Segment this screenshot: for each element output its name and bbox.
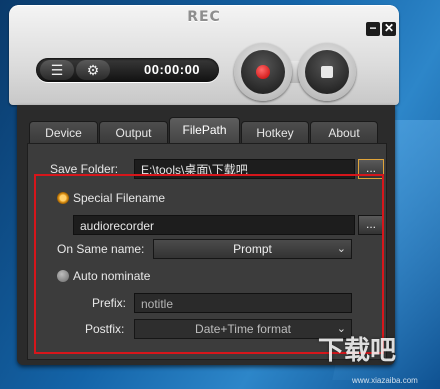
watermark-url: www.xiazaiba.com [352, 376, 418, 385]
record-icon [256, 65, 270, 79]
tab-about[interactable]: About [310, 121, 378, 144]
stop-icon [321, 66, 333, 78]
gear-icon: ⚙ [86, 62, 100, 78]
list-icon: ☰ [50, 62, 64, 78]
minimize-button[interactable]: − [366, 22, 380, 36]
settings-button[interactable]: ⚙ [76, 60, 110, 80]
stop-button[interactable] [298, 43, 356, 101]
title-bar[interactable]: REC − ✕ ☰ ⚙ 00:00:00 [9, 5, 399, 105]
tab-filepath[interactable]: FilePath [169, 117, 240, 144]
control-bar: ☰ ⚙ 00:00:00 [36, 58, 219, 82]
timer-display: 00:00:00 [144, 62, 201, 77]
tab-output[interactable]: Output [99, 121, 168, 144]
close-button[interactable]: ✕ [382, 22, 396, 36]
record-controls [232, 43, 382, 103]
list-button[interactable]: ☰ [40, 60, 74, 80]
window-title: REC [187, 9, 221, 25]
tab-device[interactable]: Device [29, 121, 98, 144]
watermark-logo: 下载吧 [318, 336, 397, 366]
record-button[interactable] [234, 43, 292, 101]
tab-hotkey[interactable]: Hotkey [241, 121, 309, 144]
highlight-annotation [34, 174, 384, 354]
